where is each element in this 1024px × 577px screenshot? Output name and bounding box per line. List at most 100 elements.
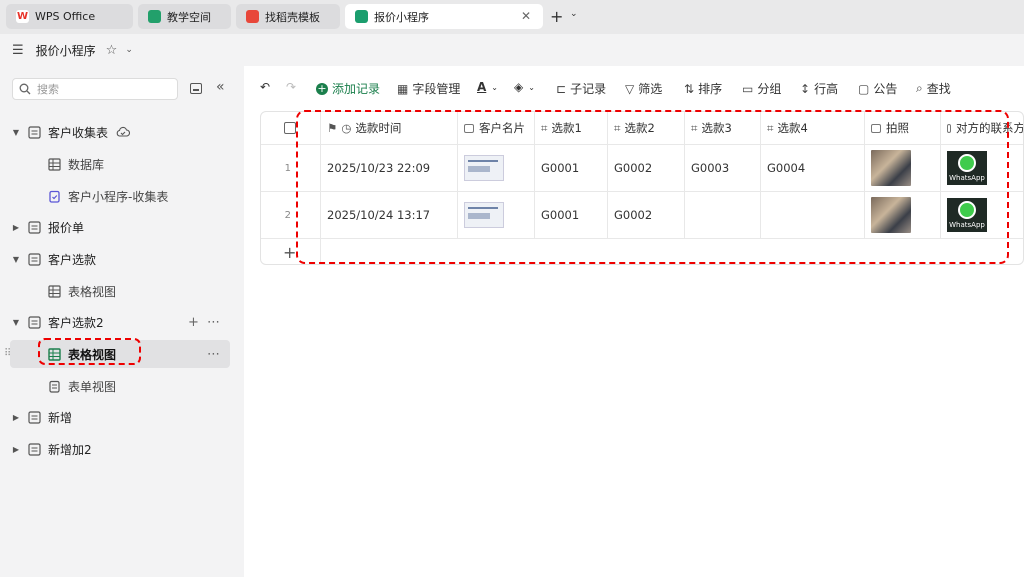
- chevron-down-icon[interactable]: ⌄: [125, 45, 133, 55]
- search-icon: [19, 83, 31, 95]
- highlight-annotation: [38, 338, 141, 365]
- select-all-checkbox[interactable]: [284, 122, 296, 134]
- app-header: ☰ 报价小程序 ☆ ⌄: [0, 34, 1024, 66]
- grid-view-icon: [48, 284, 61, 298]
- sheet-icon: [28, 252, 41, 266]
- notice-label: 公告: [873, 82, 898, 96]
- sidebar-search[interactable]: [12, 78, 178, 100]
- row-number: 2: [284, 209, 291, 221]
- expand-arrow-icon[interactable]: ▼: [10, 318, 22, 327]
- sort-label: 排序: [698, 82, 723, 96]
- tab-label: 报价小程序: [374, 10, 429, 24]
- undo-icon[interactable]: ↶: [260, 80, 270, 94]
- tab-label: WPS Office: [35, 10, 96, 23]
- star-icon[interactable]: ☆: [106, 43, 118, 58]
- sidebar-item-label: 客户小程序-收集表: [68, 189, 169, 204]
- sidebar-item-new[interactable]: ▶ 新增: [10, 403, 230, 431]
- item-actions[interactable]: + ⋯: [188, 315, 222, 330]
- close-icon[interactable]: ✕: [521, 9, 531, 23]
- notice-button[interactable]: ▢ 公告: [858, 80, 897, 97]
- highlight-annotation: [296, 110, 1009, 264]
- chevron-down-icon: ⌄: [491, 82, 498, 92]
- sidebar-item-label: 数据库: [68, 157, 105, 172]
- row-height-button[interactable]: ↕ 行高: [800, 80, 838, 97]
- grid-view-icon: [48, 157, 61, 171]
- notice-icon: ▢: [858, 81, 870, 96]
- sub-record-label: 子记录: [570, 82, 607, 96]
- sidebar: « ▼ 客户收集表 数据库 客户小程序-收集表 ▶ 报价单 ▼ 客户选款 表格视…: [0, 66, 244, 577]
- sort-button[interactable]: ⇅ 排序: [684, 80, 722, 97]
- menu-icon[interactable]: ☰: [12, 43, 24, 58]
- paint-bucket-icon: ◈: [514, 80, 524, 94]
- group-button[interactable]: ▭ 分组: [742, 80, 781, 97]
- teaching-space-icon: [148, 10, 161, 23]
- new-tab-icon[interactable]: +: [550, 7, 563, 26]
- expand-arrow-icon[interactable]: ▶: [10, 413, 22, 422]
- sub-record-button[interactable]: ⊏ 子记录: [556, 80, 606, 97]
- add-circle-icon: +: [316, 81, 328, 95]
- sidebar-item-label: 新增: [48, 410, 73, 425]
- toolbar: ↶ ↷ + 添加记录 ▦ 字段管理 A ⌄ ◈ ⌄ ⊏ 子记录 ▽ 筛选 ⇅ 排序 ▭ 分组 ↕…: [244, 78, 1024, 100]
- sidebar-item-customer-form[interactable]: 客户小程序-收集表: [10, 182, 230, 210]
- add-record-label: 添加记录: [332, 82, 381, 96]
- expand-arrow-icon[interactable]: ▼: [10, 128, 22, 137]
- sub-record-icon: ⊏: [556, 81, 567, 96]
- multidim-table-icon: [355, 10, 368, 23]
- form-view-icon: [49, 190, 60, 203]
- tab-quote-app[interactable]: 报价小程序 ✕: [345, 4, 543, 29]
- sidebar-item-customer-selection[interactable]: ▼ 客户选款: [10, 245, 230, 273]
- field-manage-button[interactable]: ▦ 字段管理: [397, 80, 460, 97]
- redo-icon[interactable]: ↷: [286, 80, 296, 94]
- cloud-sync-icon: [116, 126, 130, 137]
- main-content: ↶ ↷ + 添加记录 ▦ 字段管理 A ⌄ ◈ ⌄ ⊏ 子记录 ▽ 筛选 ⇅ 排序 ▭ 分组 ↕…: [244, 66, 1024, 577]
- fill-color-button[interactable]: ◈ ⌄: [514, 80, 535, 94]
- sidebar-item-label: 表格视图: [68, 284, 117, 299]
- sidebar-item-customer-selection-2[interactable]: ▼ 客户选款2 + ⋯: [10, 308, 230, 336]
- field-manage-label: 字段管理: [412, 82, 461, 96]
- sheet-icon: [28, 315, 41, 329]
- sort-icon: ⇅: [684, 81, 695, 96]
- expand-arrow-icon[interactable]: ▼: [10, 255, 22, 264]
- sheet-icon: [28, 442, 41, 456]
- tab-wps-office[interactable]: W WPS Office: [6, 4, 133, 29]
- text-color-button[interactable]: A ⌄: [477, 80, 498, 94]
- panel-toggle-icon[interactable]: [190, 83, 202, 94]
- more-icon[interactable]: ⋯: [207, 347, 222, 362]
- find-label: 查找: [926, 82, 951, 96]
- document-title[interactable]: 报价小程序: [36, 42, 96, 59]
- search-input[interactable]: [37, 82, 167, 96]
- expand-arrow-icon[interactable]: ▶: [10, 445, 22, 454]
- tab-label: 找稻壳模板: [265, 10, 320, 24]
- browser-tab-bar: W WPS Office 教学空间 找稻壳模板 报价小程序 ✕ + ⌄: [0, 0, 1024, 34]
- sidebar-item-form-view[interactable]: 表单视图: [10, 372, 230, 400]
- sidebar-item-database[interactable]: 数据库: [10, 150, 230, 178]
- sidebar-item-new-2[interactable]: ▶ 新增加2: [10, 435, 230, 463]
- row-height-icon: ↕: [800, 81, 811, 96]
- add-icon[interactable]: +: [188, 315, 201, 330]
- filter-button[interactable]: ▽ 筛选: [625, 80, 662, 97]
- tab-docer-templates[interactable]: 找稻壳模板: [236, 4, 340, 29]
- sidebar-item-label: 表单视图: [68, 379, 117, 394]
- sidebar-item-label: 客户选款2: [48, 315, 104, 330]
- find-button[interactable]: ⌕ 查找: [916, 80, 951, 97]
- folder-icon: ▭: [742, 81, 754, 96]
- row-number: 1: [284, 162, 291, 174]
- sidebar-item-customer-collection[interactable]: ▼ 客户收集表: [10, 118, 230, 146]
- expand-arrow-icon[interactable]: ▶: [10, 223, 22, 232]
- sidebar-item-label: 客户收集表: [48, 125, 109, 140]
- more-icon[interactable]: ⋯: [207, 315, 222, 330]
- add-record-button[interactable]: + 添加记录: [316, 80, 380, 97]
- sidebar-item-label: 报价单: [48, 220, 85, 235]
- wps-logo-icon: W: [16, 10, 29, 23]
- sheet-icon: [28, 125, 41, 139]
- sidebar-item-label: 客户选款: [48, 252, 97, 267]
- fields-icon: ▦: [397, 81, 409, 96]
- chevron-down-icon[interactable]: ⌄: [570, 9, 578, 19]
- tab-label: 教学空间: [167, 10, 211, 24]
- filter-icon: ▽: [625, 81, 635, 96]
- sidebar-item-quote-sheet[interactable]: ▶ 报价单: [10, 213, 230, 241]
- sidebar-item-grid-view[interactable]: 表格视图: [10, 277, 230, 305]
- collapse-sidebar-icon[interactable]: «: [216, 79, 225, 95]
- tab-teaching-space[interactable]: 教学空间: [138, 4, 231, 29]
- add-row-icon[interactable]: +: [283, 243, 296, 262]
